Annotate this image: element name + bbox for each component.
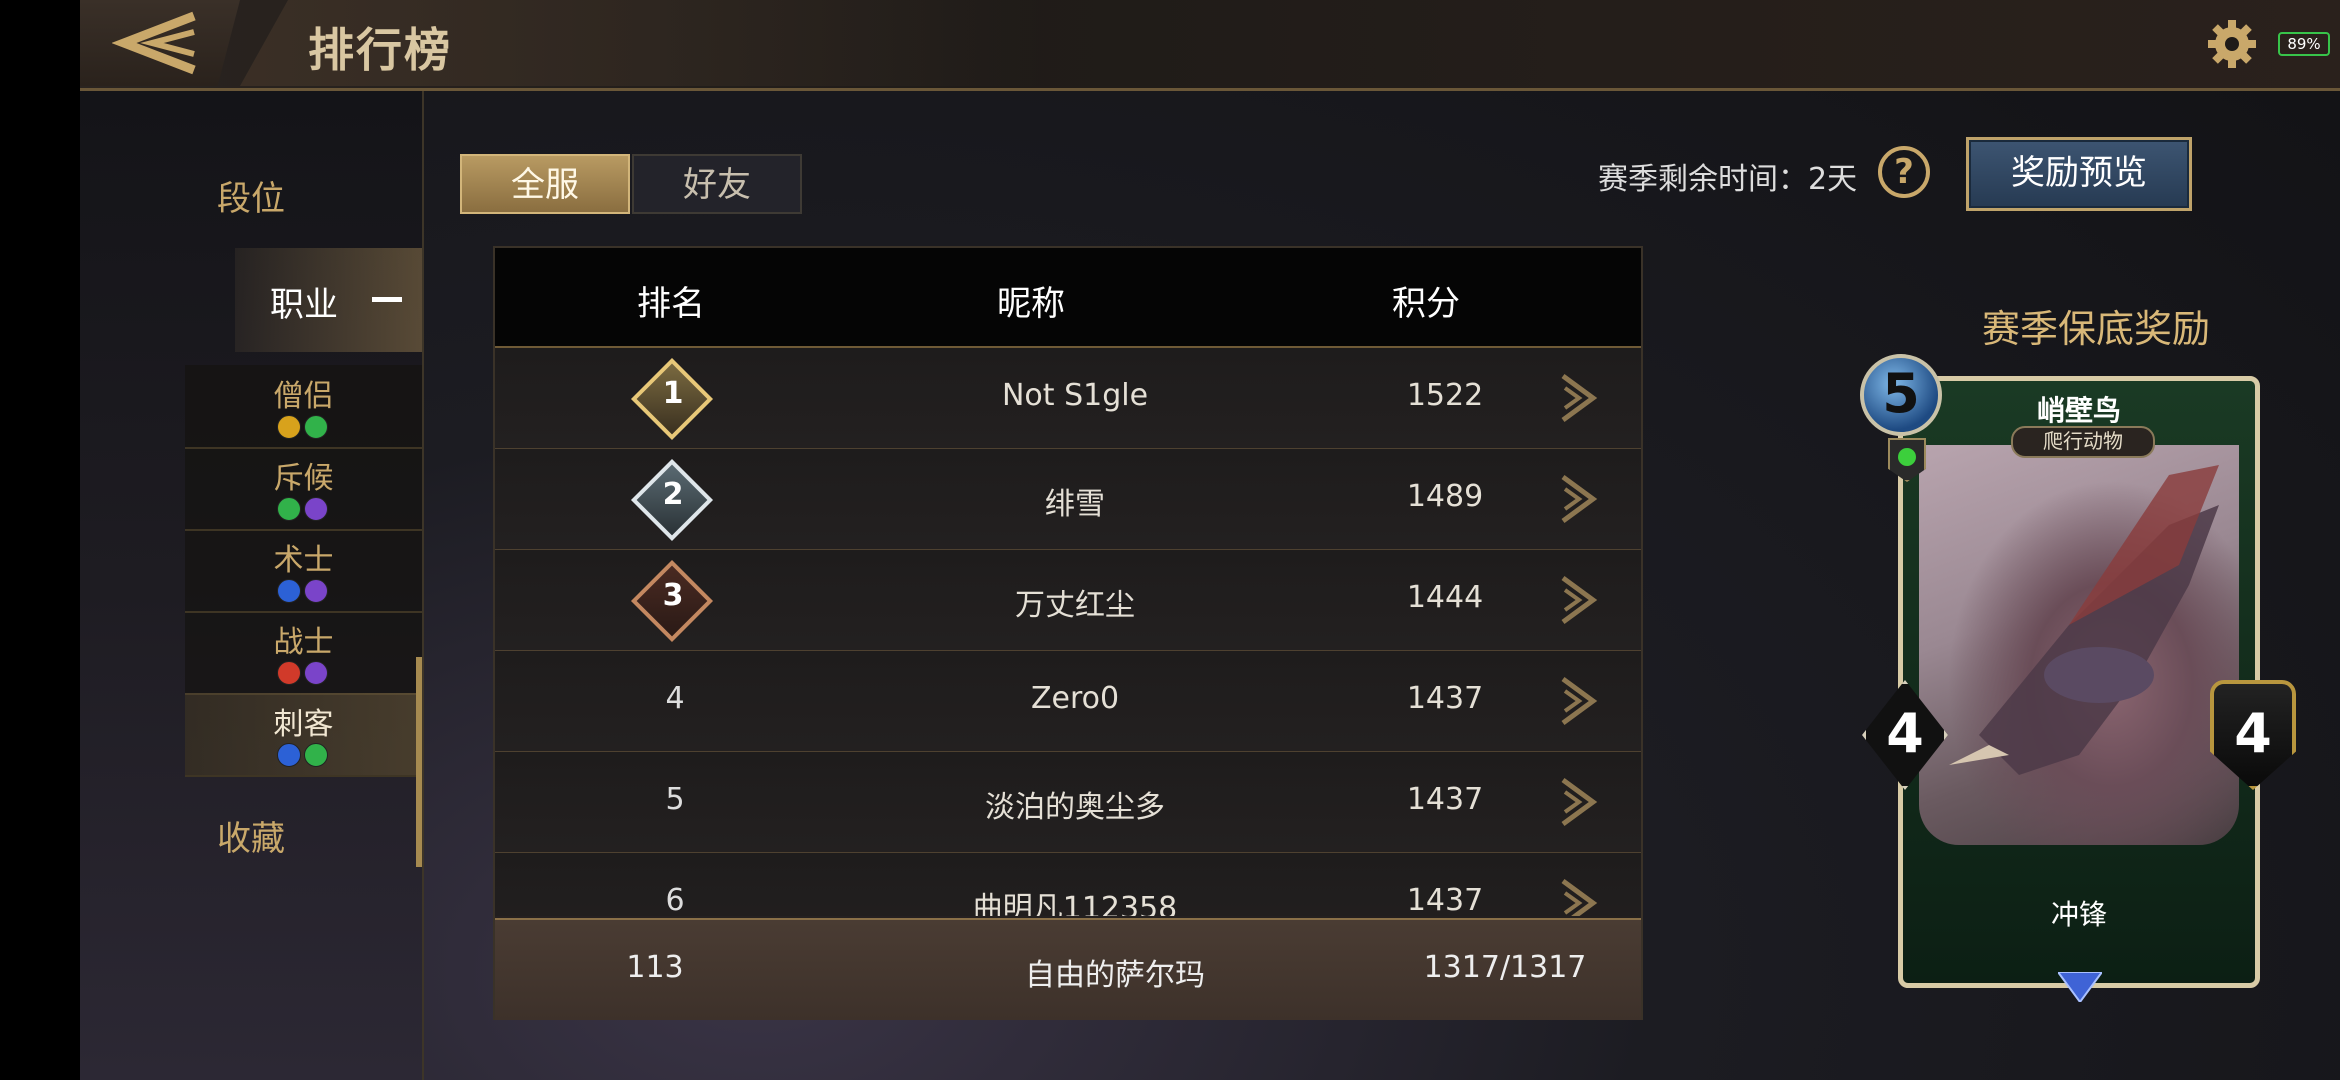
help-button[interactable]: ? [1878, 146, 1930, 198]
header-nickname: 昵称 [997, 284, 1065, 324]
header-rank: 排名 [637, 284, 705, 324]
attribute-gem-icon [304, 743, 328, 767]
rank-number: 4 [665, 681, 685, 716]
chevron-right-icon[interactable] [1559, 877, 1599, 916]
attribute-gem-icon [277, 579, 301, 603]
player-nickname: 淡泊的奥尘多 [985, 790, 1165, 825]
player-nickname: Not S1gle [1001, 378, 1149, 413]
class-gems [277, 497, 331, 523]
header-score: 积分 [1392, 284, 1460, 324]
season-reward-heading: 赛季保底奖励 [1981, 307, 2210, 351]
class-list: 僧侣斥候术士战士刺客 [185, 365, 422, 777]
top-bar: 排行榜 89% [80, 0, 2340, 91]
attribute-gem-icon [304, 579, 328, 603]
class-gems [277, 743, 331, 769]
player-nickname: 曲明凡112358 [972, 891, 1178, 916]
player-score: 1437 [1406, 681, 1484, 716]
screen: 排行榜 89% 段位 职业 僧侣 斥候 术士 战士 刺客 收藏 全服 好友 赛季… [80, 0, 2340, 1080]
table-row[interactable]: 5 淡泊的奥尘多 1437 [495, 752, 1641, 854]
reward-preview-button[interactable]: 奖励预览 [1966, 137, 2192, 211]
attribute-gem-icon [277, 415, 301, 439]
sidebar-class-item[interactable]: 刺客 [185, 693, 422, 777]
card-attack: 4 [1886, 702, 1924, 765]
chevron-right-icon[interactable] [1559, 473, 1599, 525]
class-gems [277, 661, 331, 687]
sidebar-class-item[interactable]: 斥候 [185, 447, 422, 531]
attribute-gem-icon [277, 743, 301, 767]
table-row[interactable]: 6 曲明凡112358 1437 [495, 853, 1641, 916]
creature-illustration [1949, 465, 2219, 775]
back-arrow-icon [112, 11, 196, 75]
player-nickname: Zero0 [1030, 681, 1120, 716]
table-row[interactable]: 4 Zero0 1437 [495, 651, 1641, 753]
chevron-right-icon[interactable] [1559, 776, 1599, 828]
rank-number: 2 [662, 477, 684, 512]
class-name: 刺客 [273, 707, 334, 742]
my-rank-row: 113 自由的萨尔玛 1317/1317 [495, 918, 1641, 1020]
my-rank: 113 [626, 950, 684, 985]
player-score: 1437 [1406, 782, 1484, 817]
sidebar-item-rank[interactable]: 段位 [80, 171, 422, 220]
rank-number: 6 [665, 883, 685, 916]
player-score: 1437 [1406, 883, 1484, 916]
table-header: 排名 昵称 积分 [495, 248, 1641, 349]
player-score: 1444 [1406, 580, 1484, 615]
sidebar-class-item[interactable]: 僧侣 [185, 365, 422, 449]
battery-indicator: 89% [2278, 32, 2330, 56]
class-gems [277, 579, 331, 605]
class-name: 斥候 [273, 461, 334, 496]
chevron-right-icon[interactable] [1559, 675, 1599, 727]
reward-card[interactable]: 峭壁鸟 爬行动物 冲锋 [1898, 376, 2260, 988]
attribute-gem-icon [304, 497, 328, 521]
attribute-gem-icon [304, 661, 328, 685]
sidebar-class-item[interactable]: 术士 [185, 529, 422, 613]
class-name: 战士 [273, 625, 334, 660]
back-button[interactable] [80, 0, 240, 86]
table-rows: 1 Not S1gle 1522 2 绯雪 1489 3 万丈红尘 1444 4 Zero0 1437… [495, 348, 1641, 916]
card-type: 爬行动物 [2011, 426, 2155, 458]
attribute-gem-icon [277, 497, 301, 521]
my-nickname: 自由的萨尔玛 [1025, 958, 1205, 993]
attribute-gem-icon [304, 415, 328, 439]
tab-friends[interactable]: 好友 [632, 154, 802, 214]
rank-number: 1 [662, 376, 684, 411]
tab-all-server[interactable]: 全服 [460, 154, 630, 214]
chevron-right-icon[interactable] [1559, 372, 1599, 424]
card-name: 峭壁鸟 [2036, 394, 2121, 427]
table-row[interactable]: 2 绯雪 1489 [495, 449, 1641, 551]
season-remaining-time: 赛季剩余时间：2天 [1598, 162, 1858, 197]
page-title: 排行榜 [308, 23, 452, 77]
class-name: 僧侣 [273, 379, 334, 414]
my-score: 1317/1317 [1423, 950, 1587, 985]
sidebar: 段位 职业 僧侣斥候术士战士刺客 收藏 [80, 91, 424, 1080]
class-name: 术士 [273, 543, 334, 578]
gear-icon[interactable] [2206, 18, 2258, 70]
player-nickname: 万丈红尘 [1015, 588, 1135, 623]
collapse-icon[interactable] [372, 297, 402, 302]
leaderboard-table: 排名 昵称 积分 1 Not S1gle 1522 2 绯雪 1489 3 万丈红尘 1444 4… [493, 246, 1643, 1020]
player-nickname: 绯雪 [1045, 487, 1105, 522]
sidebar-class-item[interactable]: 战士 [185, 611, 422, 695]
card-health: 4 [2234, 702, 2272, 765]
card-keyword: 冲锋 [2050, 898, 2107, 931]
player-score: 1522 [1406, 378, 1484, 413]
player-score: 1489 [1406, 479, 1484, 514]
chevron-right-icon[interactable] [1559, 574, 1599, 626]
class-gems [277, 415, 331, 441]
rank-number: 5 [665, 782, 685, 817]
table-row[interactable]: 3 万丈红尘 1444 [495, 550, 1641, 652]
expand-arrow-icon[interactable] [2058, 972, 2102, 1002]
card-cost: 5 [1860, 354, 1942, 436]
attribute-gem-icon [277, 661, 301, 685]
rank-number: 3 [662, 578, 684, 613]
card-art-image [1919, 445, 2239, 845]
sidebar-item-favorites[interactable]: 收藏 [80, 811, 422, 860]
table-row[interactable]: 1 Not S1gle 1522 [495, 348, 1641, 450]
sidebar-item-class[interactable]: 职业 [270, 277, 338, 326]
